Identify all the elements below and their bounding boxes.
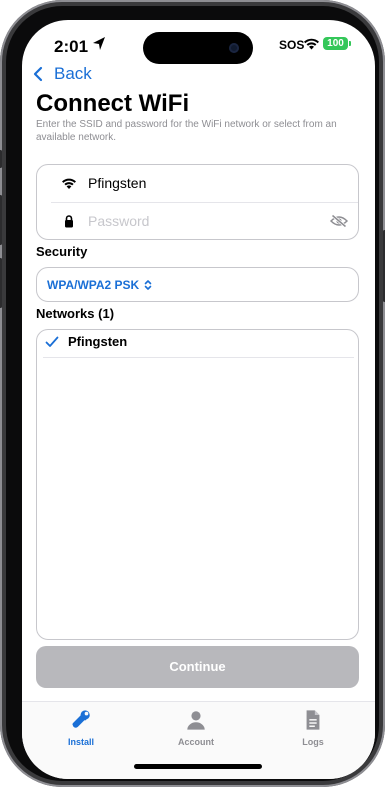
- volume-down-button: [0, 258, 2, 308]
- networks-label: Networks (1): [36, 306, 115, 321]
- list-divider: [43, 357, 354, 358]
- credentials-card: [36, 164, 359, 240]
- chevron-up-down-icon: [144, 279, 152, 290]
- camera-icon: [229, 43, 239, 53]
- battery-tip: [349, 41, 351, 46]
- side-button: [0, 150, 2, 168]
- battery-indicator: 100: [323, 37, 348, 50]
- eye-slash-icon[interactable]: [330, 214, 348, 228]
- list-item[interactable]: Pfingsten: [37, 330, 358, 358]
- volume-up-button: [0, 195, 2, 245]
- lock-icon: [65, 215, 73, 228]
- tab-logs[interactable]: Logs: [273, 708, 353, 747]
- tab-account-label: Account: [178, 737, 214, 747]
- password-row: [37, 203, 358, 240]
- security-select[interactable]: WPA/WPA2 PSK: [36, 267, 359, 302]
- checkmark-icon: [45, 336, 59, 347]
- networks-list: Pfingsten: [36, 329, 359, 640]
- password-input[interactable]: [88, 211, 308, 231]
- page-title: Connect WiFi: [36, 90, 190, 117]
- wifi-icon: [62, 178, 76, 189]
- back-label: Back: [54, 64, 92, 83]
- page-subtitle: Enter the SSID and password for the WiFi…: [36, 119, 337, 143]
- security-label: Security: [36, 244, 88, 259]
- tab-install[interactable]: Install: [41, 708, 121, 747]
- continue-button[interactable]: Continue: [36, 646, 359, 688]
- status-time: 2:01: [54, 37, 89, 56]
- tab-install-label: Install: [67, 737, 94, 747]
- dynamic-island: [143, 32, 253, 64]
- back-button[interactable]: Back: [32, 64, 92, 84]
- security-value: WPA/WPA2 PSK: [47, 277, 140, 292]
- tab-account[interactable]: Account: [156, 708, 236, 747]
- location-arrow-icon: [93, 37, 105, 50]
- tab-logs-label: Logs: [302, 737, 324, 747]
- network-name: Pfingsten: [68, 334, 128, 349]
- sos-indicator: SOS: [279, 38, 305, 52]
- wrench-icon: [72, 710, 90, 728]
- document-icon: [306, 710, 320, 730]
- ssid-row: [37, 165, 358, 202]
- home-indicator: [134, 764, 262, 769]
- chevron-left-icon: [33, 66, 43, 82]
- device-frame: 2:01 SOS 100 Back Connect WiFi Enter the…: [0, 0, 385, 787]
- wifi-status-icon: [304, 38, 319, 50]
- screen: 2:01 SOS 100 Back Connect WiFi Enter the…: [22, 20, 375, 779]
- person-icon: [187, 711, 205, 730]
- bezel: 2:01 SOS 100 Back Connect WiFi Enter the…: [6, 6, 379, 781]
- ssid-input[interactable]: [88, 173, 308, 193]
